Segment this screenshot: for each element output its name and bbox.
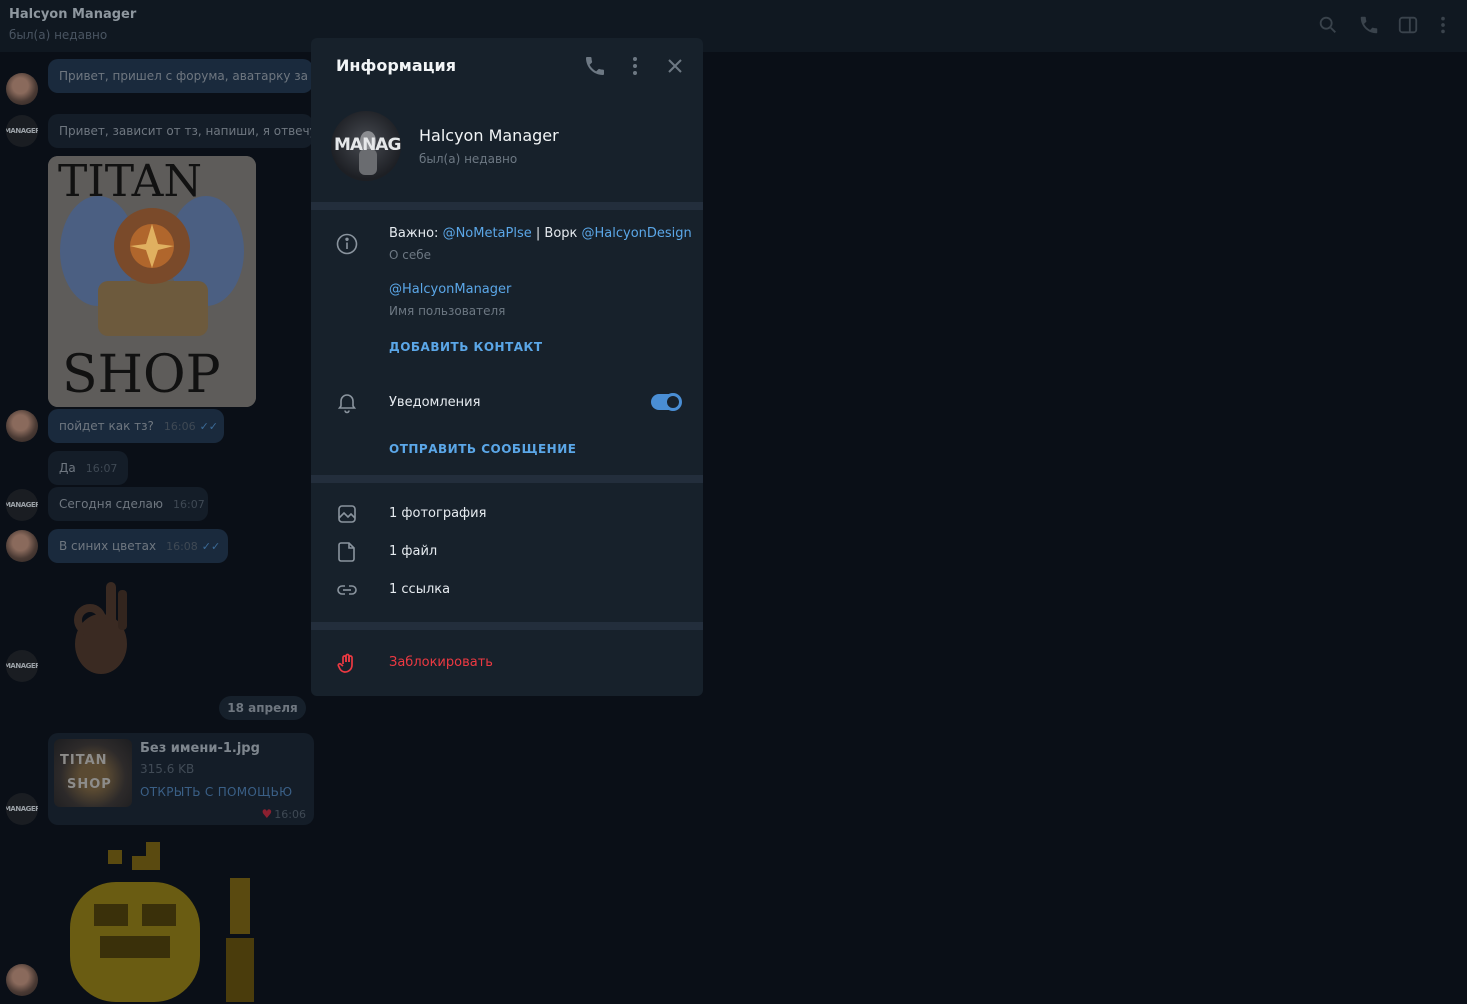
manager-avatar[interactable]: MANAGER xyxy=(6,650,38,682)
notifications-label: Уведомления xyxy=(389,395,481,410)
sidebar-toggle-icon[interactable] xyxy=(1397,14,1419,36)
search-icon[interactable] xyxy=(1317,14,1339,36)
close-icon[interactable] xyxy=(663,54,687,78)
ok-hand-sticker[interactable] xyxy=(68,576,134,678)
profile-name: Halcyon Manager xyxy=(419,126,559,145)
sticker-text-bottom: SHOP xyxy=(62,345,221,405)
manager-avatar[interactable]: MANAGER xyxy=(6,489,38,521)
sticker-text-top: TITAN xyxy=(58,156,202,207)
file-size: 315.6 KB xyxy=(140,762,195,776)
manager-avatar[interactable]: MANAGER xyxy=(6,793,38,825)
bio-link-halcyondesign[interactable]: @HalcyonDesign xyxy=(582,226,692,241)
stop-hand-icon xyxy=(335,651,359,675)
message-bubble[interactable]: пойдет как тз? 16:06 ✓✓ xyxy=(48,409,224,443)
file-icon xyxy=(335,540,359,564)
message-bubble[interactable]: Да 16:07 xyxy=(48,451,128,485)
section-divider xyxy=(311,622,703,630)
phone-icon[interactable] xyxy=(1358,14,1380,36)
open-with-button[interactable]: ОТКРЫТЬ С ПОМОЩЬЮ xyxy=(140,785,292,799)
panel-title: Информация xyxy=(336,56,456,75)
file-name: Без имени-1.jpg xyxy=(140,741,260,756)
pixel-smiley-sticker[interactable] xyxy=(56,842,262,1002)
bio-caption: О себе xyxy=(389,248,432,262)
titan-shop-image[interactable]: TITAN SHOP xyxy=(48,156,256,407)
info-icon xyxy=(335,232,359,256)
chat-status: был(а) недавно xyxy=(9,28,108,42)
send-message-button[interactable]: ОТПРАВИТЬ СООБЩЕНИЕ xyxy=(389,442,576,456)
read-ticks-icon: ✓✓ xyxy=(199,420,219,433)
chat-title[interactable]: Halcyon Manager xyxy=(9,7,136,22)
link-icon xyxy=(335,578,359,602)
date-divider: 18 апреля xyxy=(219,696,306,720)
heart-reaction-icon[interactable]: ♥ xyxy=(262,807,273,821)
chat-header: Halcyon Manager был(а) недавно xyxy=(0,0,1467,52)
message-bubble[interactable]: В синих цветах 16:08 ✓✓ xyxy=(48,529,228,563)
section-divider xyxy=(311,475,703,483)
section-divider xyxy=(311,202,703,210)
more-vertical-icon[interactable] xyxy=(623,54,647,78)
add-contact-button[interactable]: ДОБАВИТЬ КОНТАКТ xyxy=(389,340,543,354)
chat-area: Привет, пришел с форума, аватарку за о M… xyxy=(0,52,1467,1004)
toggle-knob xyxy=(664,393,682,411)
user-avatar[interactable] xyxy=(6,73,38,105)
file-message[interactable]: TITAN SHOP Без имени-1.jpg 315.6 KB ОТКР… xyxy=(48,733,314,825)
info-panel: Информация MANAGER Halcyon Manager был(а… xyxy=(311,38,703,696)
username-caption: Имя пользователя xyxy=(389,304,506,318)
notifications-toggle[interactable] xyxy=(651,393,682,411)
file-thumbnail[interactable]: TITAN SHOP xyxy=(54,739,132,807)
bell-icon xyxy=(335,390,359,414)
read-ticks-icon: ✓✓ xyxy=(201,540,221,553)
message-bubble[interactable]: Привет, зависит от тз, напиши, я отвечу xyxy=(48,114,313,148)
message-bubble[interactable]: Сегодня сделаю 16:07 xyxy=(48,487,208,521)
bio-link-nometaplse[interactable]: @NoMetaPlse xyxy=(443,226,532,241)
user-avatar[interactable] xyxy=(6,964,38,996)
file-time: ♥ 16:06 xyxy=(261,807,306,821)
message-bubble[interactable]: Привет, пришел с форума, аватарку за о xyxy=(48,59,313,93)
photo-icon xyxy=(335,502,359,526)
user-avatar[interactable] xyxy=(6,530,38,562)
user-avatar[interactable] xyxy=(6,410,38,442)
manager-avatar[interactable]: MANAGER xyxy=(6,115,38,147)
username-link[interactable]: @HalcyonManager xyxy=(389,282,511,297)
profile-status: был(а) недавно xyxy=(419,152,518,166)
more-vertical-icon[interactable] xyxy=(1432,14,1454,36)
profile-avatar[interactable]: MANAGER xyxy=(331,111,401,181)
phone-icon[interactable] xyxy=(583,54,607,78)
bio-text: Важно: @NoMetaPlse | Ворк @HalcyonDesign xyxy=(389,226,692,241)
